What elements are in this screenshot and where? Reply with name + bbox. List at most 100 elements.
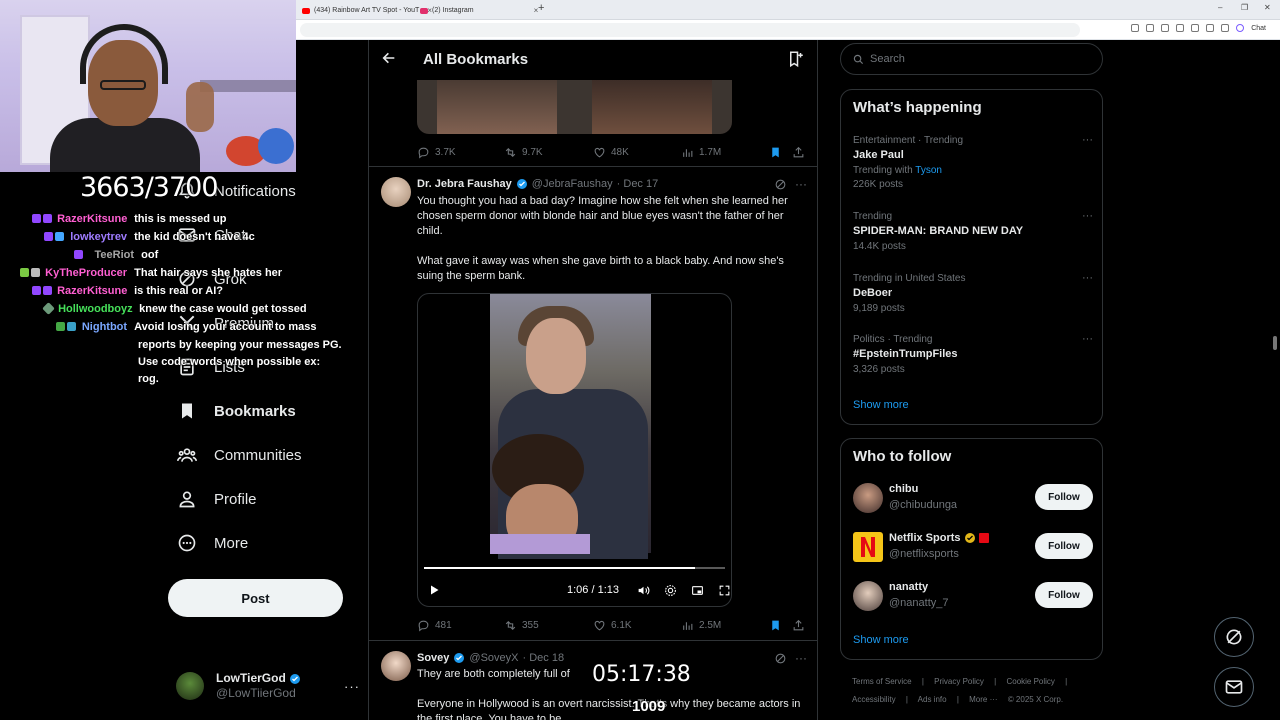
footer-link[interactable]: Cookie Policy <box>1006 677 1054 686</box>
scrollbar-thumb[interactable] <box>1273 336 1277 350</box>
trend-topic: SPIDER-MAN: BRAND NEW DAY <box>853 225 1024 237</box>
browser-tab[interactable]: (2) Instagram × <box>416 2 542 19</box>
downloads-icon[interactable] <box>1206 24 1215 32</box>
tweet-author-handle[interactable]: @JebraFaushay <box>532 178 613 190</box>
tweet-author-name[interactable]: Sovey <box>417 652 449 664</box>
chat-text: the kid doesn't have 4c <box>134 231 255 243</box>
chat-text: reports by keeping your messages PG. <box>138 339 342 351</box>
trend-item[interactable]: Entertainment · Trending Jake Paul Trend… <box>853 134 1093 192</box>
follow-suggestion[interactable]: nanatty @nanatty_7 Follow <box>853 579 1093 615</box>
repost-icon <box>505 620 516 630</box>
chat-label[interactable]: Chat <box>1251 25 1266 32</box>
footer-link[interactable]: Terms of Service <box>852 677 912 686</box>
settings-icon[interactable] <box>662 582 678 598</box>
views-button[interactable]: 2.5M <box>681 619 721 632</box>
repost-button[interactable]: 9.7K <box>504 146 543 159</box>
views-button[interactable]: 1.7M <box>681 146 721 159</box>
tweet-media[interactable] <box>417 80 732 134</box>
reply-button[interactable]: 3.7K <box>417 146 456 159</box>
footer-link[interactable]: Privacy Policy <box>934 677 984 686</box>
footer-link[interactable]: More ··· <box>969 695 997 704</box>
follow-suggestion[interactable]: chibu @chibudunga Follow <box>853 481 1093 517</box>
panel-title: Who to follow <box>853 448 952 465</box>
whats-happening-panel: What’s happening Entertainment · Trendin… <box>840 89 1103 425</box>
avatar[interactable] <box>381 177 411 207</box>
new-tab-button[interactable]: + <box>538 2 544 14</box>
tweet-date[interactable]: · Dec 17 <box>617 178 659 190</box>
share-button[interactable] <box>792 146 805 159</box>
extension-icon[interactable] <box>1131 24 1140 32</box>
tweet-author-name[interactable]: Dr. Jebra Faushay <box>417 178 512 190</box>
sidebar-item-profile[interactable]: Profile <box>176 488 257 510</box>
post-button[interactable]: Post <box>168 579 343 617</box>
chat-message: KyTheProducer That hair says she hates h… <box>20 265 282 282</box>
extension-icon[interactable] <box>1146 24 1155 32</box>
close-window-icon[interactable]: ✕ <box>1264 3 1271 12</box>
settings-icon[interactable] <box>1221 24 1230 32</box>
account-switcher[interactable]: LowTierGod @LowTiierGod ··· <box>176 668 360 704</box>
more-options-icon[interactable]: ··· <box>795 177 807 191</box>
follow-button[interactable]: Follow <box>1035 582 1093 608</box>
bookmark-button[interactable] <box>769 146 782 159</box>
media-figure <box>437 80 557 134</box>
display-name-text: LowTierGod <box>216 671 286 685</box>
trend-more-icon[interactable]: ··· <box>1082 333 1093 345</box>
tweet-author-handle[interactable]: @SoveyX <box>469 652 518 664</box>
share-button[interactable] <box>792 619 805 632</box>
like-button[interactable]: 48K <box>593 146 629 159</box>
views-icon <box>683 148 693 157</box>
chat-message: Use code words when possible ex: <box>138 354 320 371</box>
search-input[interactable]: Search <box>840 43 1103 75</box>
trend-more-icon[interactable]: ··· <box>1082 134 1093 146</box>
like-button[interactable]: 6.1K <box>593 619 632 632</box>
minimize-icon[interactable]: – <box>1218 3 1222 12</box>
page-scrollbar[interactable] <box>1272 40 1278 720</box>
avatar[interactable] <box>853 483 883 513</box>
fullscreen-icon[interactable] <box>716 582 731 598</box>
follow-button[interactable]: Follow <box>1035 484 1093 510</box>
follow-button[interactable]: Follow <box>1035 533 1093 559</box>
sidebar-item-bookmarks[interactable]: Bookmarks <box>176 400 296 422</box>
trend-more-icon[interactable]: ··· <box>1082 210 1093 222</box>
tweet-date[interactable]: · Dec 18 <box>523 652 565 664</box>
grok-float-button[interactable] <box>1214 617 1254 657</box>
trend-item[interactable]: Politics · Trending #EpsteinTrumpFiles 3… <box>853 333 1093 377</box>
repost-button[interactable]: 355 <box>504 619 539 632</box>
maximize-icon[interactable]: ❐ <box>1241 3 1248 12</box>
avatar[interactable] <box>853 581 883 611</box>
trend-item[interactable]: Trending in United States DeBoer 9,189 p… <box>853 272 1093 316</box>
sidebar-item-more[interactable]: More <box>176 532 248 554</box>
copilot-icon[interactable] <box>1236 24 1245 32</box>
bookmark-button[interactable] <box>769 619 782 632</box>
trend-item[interactable]: Trending SPIDER-MAN: BRAND NEW DAY 14.4K… <box>853 210 1093 254</box>
video-player[interactable]: 1:06 / 1:13 <box>417 293 732 607</box>
messages-float-button[interactable] <box>1214 667 1254 707</box>
volume-icon[interactable] <box>635 582 651 598</box>
netflix-logo-icon[interactable] <box>853 532 883 562</box>
reply-button[interactable]: 481 <box>417 619 452 632</box>
show-more-link[interactable]: Show more <box>853 634 909 646</box>
sidebar-item-communities[interactable]: Communities <box>176 444 302 466</box>
more-options-icon[interactable]: ··· <box>795 651 807 665</box>
account-more-icon[interactable]: ··· <box>344 679 360 694</box>
trend-meta: Trending in United States <box>853 273 966 284</box>
footer-link[interactable]: Ads info <box>918 695 947 704</box>
video-progress-bar[interactable] <box>424 567 725 569</box>
follow-suggestion[interactable]: Netflix Sports @netflixsports Follow <box>853 530 1093 566</box>
video-figure <box>526 318 586 394</box>
footer-links: Terms of Service | Privacy Policy | Cook… <box>852 677 1075 686</box>
bookmark-folder-icon[interactable] <box>787 50 805 73</box>
extension-icon[interactable] <box>1191 24 1200 32</box>
pip-icon[interactable] <box>689 582 705 598</box>
back-arrow-icon[interactable] <box>381 50 397 71</box>
avatar[interactable] <box>381 651 411 681</box>
url-field[interactable] <box>300 23 1080 37</box>
trend-more-icon[interactable]: ··· <box>1082 272 1093 284</box>
show-more-link[interactable]: Show more <box>853 399 909 411</box>
play-icon[interactable] <box>426 582 442 598</box>
footer-link[interactable]: Accessibility <box>852 695 896 704</box>
trend-context: Trending with Tyson <box>853 164 1093 178</box>
refresh-icon[interactable] <box>1176 24 1185 32</box>
star-icon[interactable] <box>1161 24 1170 32</box>
trend-link[interactable]: Tyson <box>915 165 942 176</box>
